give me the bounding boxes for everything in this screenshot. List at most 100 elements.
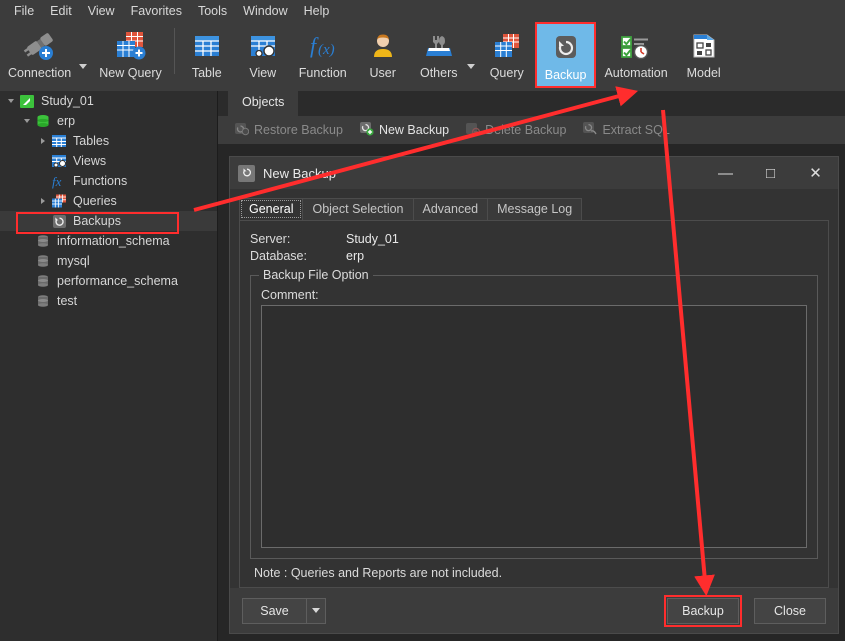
- extract-sql-label: Extract SQL: [602, 123, 670, 137]
- table-icon: [192, 26, 222, 66]
- connection-dropdown-caret[interactable]: [79, 22, 91, 88]
- extract-sql-icon: [582, 121, 598, 139]
- twisty-none: [20, 234, 34, 248]
- others-icon: [423, 26, 455, 66]
- new-backup-button[interactable]: New Backup: [351, 119, 457, 141]
- database-icon: [34, 273, 52, 289]
- dialog-general-panel: Server: Study_01 Database: erp Backup Fi…: [239, 220, 829, 588]
- tree-item-queries[interactable]: Queries: [0, 191, 217, 211]
- twisty-expanded-icon[interactable]: [4, 94, 18, 108]
- toolbar-button-user[interactable]: User: [355, 22, 411, 88]
- toolbar-button-query[interactable]: Query: [479, 22, 535, 88]
- save-split-button[interactable]: Save: [242, 597, 326, 624]
- tree-item-test[interactable]: test: [0, 291, 217, 311]
- dialog-tab-advanced[interactable]: Advanced: [412, 198, 489, 220]
- tree-label-backups: Backups: [73, 214, 121, 228]
- menu-favorites[interactable]: Favorites: [123, 2, 190, 20]
- minimize-button[interactable]: —: [703, 157, 748, 189]
- new-backup-icon: [359, 121, 374, 139]
- chevron-down-icon: [79, 63, 88, 69]
- toolbar-button-new-query[interactable]: New Query: [91, 22, 170, 88]
- toolbar-label-others: Others: [419, 66, 458, 80]
- save-button[interactable]: Save: [242, 597, 306, 624]
- twisty-expanded-icon[interactable]: [20, 114, 34, 128]
- backups-icon: [50, 213, 68, 229]
- server-value: Study_01: [346, 232, 399, 246]
- tree-label-queries: Queries: [73, 194, 117, 208]
- menu-file[interactable]: File: [6, 2, 42, 20]
- tree-item-performance-schema[interactable]: performance_schema: [0, 271, 217, 291]
- delete-backup-icon: [465, 121, 481, 139]
- database-info-row: Database: erp: [250, 248, 818, 265]
- database-icon: [34, 253, 52, 269]
- toolbar-button-view[interactable]: View: [235, 22, 291, 88]
- backup-file-option-title: Backup File Option: [259, 268, 373, 282]
- backup-file-option-group: Backup File Option Comment:: [250, 268, 818, 559]
- save-dropdown-button[interactable]: [306, 597, 326, 624]
- main-toolbar: Connection New Query Table View f (x) Fu…: [0, 22, 845, 91]
- dialog-title-bar[interactable]: New Backup — □ ✕: [230, 157, 838, 189]
- tree-item-mysql[interactable]: mysql: [0, 251, 217, 271]
- chevron-down-icon: [466, 63, 475, 69]
- backup-button[interactable]: Backup: [667, 597, 739, 624]
- dialog-tab-message-log[interactable]: Message Log: [487, 198, 583, 220]
- object-tree-sidebar[interactable]: Study_01 erp Tables Views fx Functions Q…: [0, 91, 218, 641]
- dialog-primary-actions: Backup Close: [664, 594, 826, 627]
- tab-objects[interactable]: Objects: [228, 91, 299, 116]
- functions-icon: fx: [50, 173, 68, 189]
- automation-icon: [619, 26, 653, 66]
- toolbar-label-view: View: [249, 66, 277, 80]
- close-button[interactable]: ✕: [793, 157, 838, 189]
- toolbar-button-table[interactable]: Table: [179, 22, 235, 88]
- chevron-down-icon: [312, 608, 320, 613]
- toolbar-label-table: Table: [191, 66, 222, 80]
- server-label: Server:: [250, 232, 291, 246]
- delete-backup-button[interactable]: Delete Backup: [457, 119, 574, 141]
- toolbar-label-automation: Automation: [604, 66, 668, 80]
- menu-help[interactable]: Help: [296, 2, 338, 20]
- tree-item-functions[interactable]: fx Functions: [0, 171, 217, 191]
- tree-item-tables[interactable]: Tables: [0, 131, 217, 151]
- toolbar-button-others[interactable]: Others: [411, 22, 467, 88]
- toolbar-button-connection[interactable]: Connection: [0, 22, 79, 88]
- dialog-tab-object-selection[interactable]: Object Selection: [302, 198, 414, 220]
- menu-tools[interactable]: Tools: [190, 2, 235, 20]
- maximize-button[interactable]: □: [748, 157, 793, 189]
- tree-label-views: Views: [73, 154, 107, 168]
- comment-label: Comment:: [261, 288, 319, 302]
- backup-icon: [238, 164, 255, 182]
- toolbar-label-query: Query: [489, 66, 524, 80]
- dialog-tab-general[interactable]: General: [239, 198, 304, 220]
- function-icon: f (x): [305, 26, 341, 66]
- twisty-none: [36, 214, 50, 228]
- twisty-none: [20, 254, 34, 268]
- tree-item-erp[interactable]: erp: [0, 111, 217, 131]
- tree-item-backups[interactable]: Backups: [0, 211, 217, 231]
- dialog-note: Note : Queries and Reports are not inclu…: [254, 566, 503, 580]
- restore-backup-button[interactable]: Restore Backup: [226, 119, 351, 141]
- toolbar-button-backup[interactable]: Backup: [534, 22, 597, 88]
- menu-window[interactable]: Window: [235, 2, 295, 20]
- new-query-icon: [114, 26, 148, 66]
- tree-label-mysql: mysql: [57, 254, 90, 268]
- twisty-collapsed-icon[interactable]: [36, 134, 50, 148]
- tree-item-views[interactable]: Views: [0, 151, 217, 171]
- database-icon: [34, 293, 52, 309]
- tree-item-study-01[interactable]: Study_01: [0, 91, 217, 111]
- toolbar-button-function[interactable]: f (x) Function: [291, 22, 355, 88]
- twisty-collapsed-icon[interactable]: [36, 194, 50, 208]
- toolbar-label-function: Function: [298, 66, 347, 80]
- comment-input[interactable]: [261, 305, 807, 548]
- menu-view[interactable]: View: [80, 2, 123, 20]
- restore-backup-icon: [234, 121, 250, 139]
- new-backup-label: New Backup: [378, 123, 450, 137]
- model-icon: [690, 26, 718, 66]
- extract-sql-button[interactable]: Extract SQL: [574, 119, 677, 141]
- close-dialog-button[interactable]: Close: [754, 597, 826, 624]
- toolbar-button-model[interactable]: Model: [676, 22, 732, 88]
- tree-item-information-schema[interactable]: information_schema: [0, 231, 217, 251]
- menu-edit[interactable]: Edit: [42, 2, 80, 20]
- connection-node-icon: [18, 93, 36, 109]
- toolbar-button-automation[interactable]: Automation: [596, 22, 675, 88]
- others-dropdown-caret[interactable]: [466, 22, 479, 88]
